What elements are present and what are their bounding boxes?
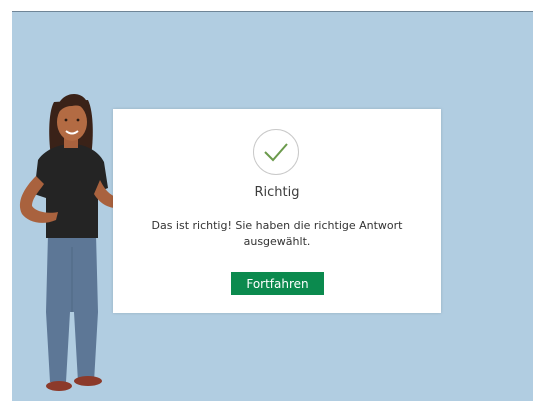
continue-button[interactable]: Fortfahren	[231, 272, 324, 295]
check-glyph	[264, 143, 288, 162]
stage-background: Richtig Das ist richtig! Sie haben die r…	[12, 12, 533, 401]
checkmark-icon	[253, 129, 299, 175]
feedback-title: Richtig	[254, 185, 300, 200]
feedback-message: Das ist richtig! Sie haben die richtige …	[151, 219, 403, 248]
feedback-dialog: Richtig Das ist richtig! Sie haben die r…	[113, 109, 441, 313]
